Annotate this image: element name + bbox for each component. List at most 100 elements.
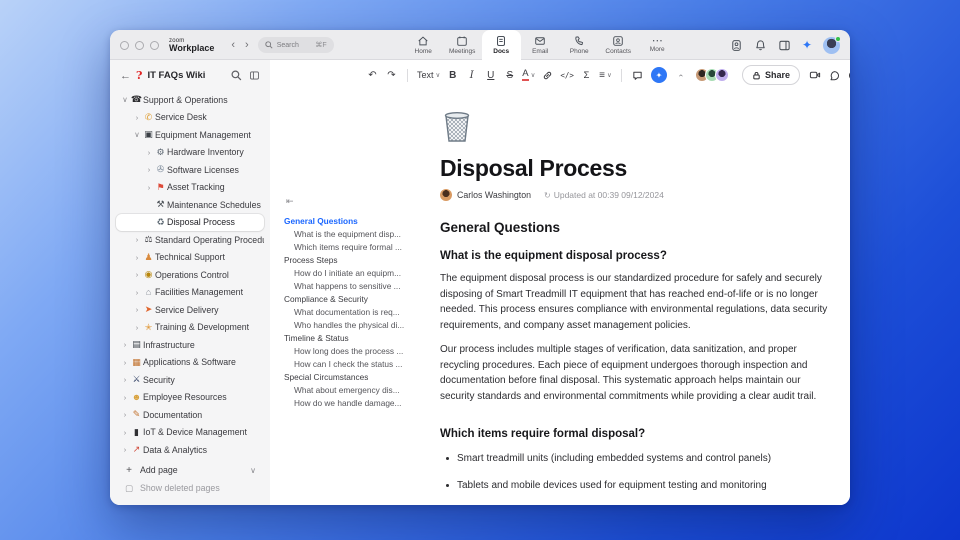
- sidebar-item-operations-control[interactable]: › ◉ Operations Control: [116, 266, 264, 284]
- toc-item[interactable]: How long does the process ...: [284, 344, 428, 357]
- toc-item[interactable]: How do we handle damage...: [284, 396, 428, 409]
- paragraph[interactable]: Our process includes multiple stages of …: [440, 342, 832, 404]
- comment-button[interactable]: [629, 66, 646, 84]
- page-title[interactable]: Disposal Process: [440, 155, 832, 182]
- list-dropdown[interactable]: ≡ ∨: [597, 66, 614, 84]
- chevron-right-icon[interactable]: ›: [144, 148, 154, 157]
- bullet-item[interactable]: Tablets and mobile devices used for equi…: [440, 479, 832, 493]
- sidebar-item-service-delivery[interactable]: › ➤ Service Delivery: [116, 301, 264, 319]
- chevron-right-icon[interactable]: ›: [144, 183, 154, 192]
- tab-home[interactable]: Home: [404, 30, 443, 60]
- chevron-right-icon[interactable]: ›: [120, 375, 130, 384]
- formula-button[interactable]: Σ: [578, 66, 595, 84]
- forward-button[interactable]: ›: [240, 39, 254, 51]
- chevron-down-icon[interactable]: ∨: [132, 130, 142, 139]
- sidebar-item-facilities-management[interactable]: › ⌂ Facilities Management: [116, 284, 264, 302]
- chevron-right-icon[interactable]: ›: [132, 323, 142, 332]
- zoom-window-button[interactable]: [150, 40, 159, 50]
- tab-meetings[interactable]: Meetings: [443, 30, 482, 60]
- chevron-right-icon[interactable]: ›: [132, 288, 142, 297]
- ai-companion-button[interactable]: ✦: [650, 67, 667, 83]
- sidebar-item-security[interactable]: › ⚔ Security: [116, 371, 264, 389]
- tab-phone[interactable]: Phone: [560, 30, 599, 60]
- side-panel-icon[interactable]: [778, 39, 791, 52]
- chevron-right-icon[interactable]: ›: [120, 393, 130, 402]
- chevron-right-icon[interactable]: ›: [120, 428, 130, 437]
- toc-item[interactable]: How do I initiate an equipm...: [284, 266, 428, 279]
- back-button[interactable]: ‹: [226, 39, 240, 51]
- sidebar-item-disposal-process[interactable]: ♻ Disposal Process: [116, 213, 264, 231]
- toc-item[interactable]: General Questions: [284, 214, 428, 227]
- sidebar-item-documentation[interactable]: › ✎ Documentation: [116, 406, 264, 424]
- chevron-down-icon[interactable]: ∨: [120, 95, 130, 104]
- chevron-right-icon[interactable]: ›: [132, 235, 142, 244]
- chevron-right-icon[interactable]: ›: [132, 253, 142, 262]
- question-heading[interactable]: Which items require formal disposal?: [440, 428, 832, 440]
- toc-item[interactable]: What about emergency dis...: [284, 383, 428, 396]
- sidebar-item-training-development[interactable]: › ✭ Training & Development: [116, 319, 264, 337]
- user-avatar[interactable]: [823, 35, 841, 54]
- tab-docs[interactable]: Docs: [481, 30, 521, 60]
- language-button[interactable]: [845, 66, 850, 84]
- chat-button[interactable]: [826, 66, 843, 84]
- collapse-toolbar-button[interactable]: ›: [672, 66, 689, 84]
- sidebar-item-applications-software[interactable]: › ▦ Applications & Software: [116, 354, 264, 372]
- sidebar-search-icon[interactable]: [231, 70, 242, 81]
- paragraph[interactable]: The equipment disposal process is our st…: [440, 271, 832, 333]
- collaborator-avatar[interactable]: [714, 68, 729, 82]
- sidebar-item-asset-tracking[interactable]: › ⚑ Asset Tracking: [116, 179, 264, 197]
- ai-companion-icon[interactable]: ✦: [802, 38, 812, 52]
- sidebar-item-iot-device-management[interactable]: › ▮ IoT & Device Management: [116, 424, 264, 442]
- sidebar-item-standard-operating-procedures[interactable]: ›⚖Standard Operating Procedures: [116, 231, 264, 249]
- toc-item[interactable]: What happens to sensitive ...: [284, 279, 428, 292]
- italic-button[interactable]: I: [463, 66, 480, 84]
- toc-item[interactable]: Process Steps: [284, 253, 428, 266]
- text-color-dropdown[interactable]: A ∨: [520, 66, 537, 84]
- sidebar-item-service-desk[interactable]: › ✆ Service Desk: [116, 109, 264, 127]
- global-search-input[interactable]: Search ⌘F: [257, 37, 334, 53]
- chevron-right-icon[interactable]: ›: [120, 445, 130, 454]
- toc-item[interactable]: Timeline & Status: [284, 331, 428, 344]
- toc-item[interactable]: How can I check the status ...: [284, 357, 428, 370]
- sidebar-item-technical-support[interactable]: › ♟ Technical Support: [116, 249, 264, 267]
- toc-item[interactable]: Compliance & Security: [284, 292, 428, 305]
- undo-button[interactable]: ↶: [364, 66, 381, 84]
- start-video-button[interactable]: [807, 66, 824, 84]
- tab-more[interactable]: ⋯ More: [638, 30, 677, 60]
- close-window-button[interactable]: [120, 40, 129, 50]
- chevron-right-icon[interactable]: ›: [132, 113, 142, 122]
- chevron-right-icon[interactable]: ›: [120, 340, 130, 349]
- sidebar-item-maintenance-schedules[interactable]: ⚒ Maintenance Schedules: [116, 196, 264, 214]
- add-page-button[interactable]: + Add page ∨: [116, 461, 264, 479]
- doc-canvas[interactable]: ⇤ General Questions What is the equipmen…: [270, 90, 850, 505]
- redo-button[interactable]: ↷: [383, 66, 400, 84]
- show-deleted-pages-button[interactable]: ▢ Show deleted pages: [116, 479, 264, 497]
- chevron-right-icon[interactable]: ›: [132, 305, 142, 314]
- collapse-sidebar-icon[interactable]: [249, 70, 260, 81]
- toc-item[interactable]: Special Circumstances: [284, 370, 428, 383]
- notifications-bell-icon[interactable]: [754, 39, 767, 52]
- share-button[interactable]: Share: [741, 65, 800, 85]
- minimize-window-button[interactable]: [135, 40, 144, 50]
- sidebar-item-infrastructure[interactable]: › ▤ Infrastructure: [116, 336, 264, 354]
- insert-link-button[interactable]: [539, 66, 556, 84]
- profile-card-icon[interactable]: [730, 39, 743, 52]
- question-heading[interactable]: What is the equipment disposal process?: [440, 250, 832, 262]
- strikethrough-button[interactable]: S: [501, 66, 518, 84]
- sidebar-item-hardware-inventory[interactable]: › ⚙ Hardware Inventory: [116, 144, 264, 162]
- toc-item[interactable]: What documentation is req...: [284, 305, 428, 318]
- tab-email[interactable]: Email: [521, 30, 560, 60]
- toc-item[interactable]: What is the equipment disp...: [284, 227, 428, 240]
- text-style-dropdown[interactable]: Text ∨: [415, 66, 442, 84]
- chevron-right-icon[interactable]: ›: [132, 270, 142, 279]
- sidebar-item-support-operations[interactable]: ∨ ☎ Support & Operations: [116, 91, 264, 109]
- chevron-right-icon[interactable]: ›: [120, 410, 130, 419]
- sidebar-item-data-analytics[interactable]: › ↗ Data & Analytics: [116, 441, 264, 459]
- underline-button[interactable]: U: [482, 66, 499, 84]
- sidebar-item-equipment-management[interactable]: ∨ ▣ Equipment Management: [116, 126, 264, 144]
- code-button[interactable]: </>: [558, 66, 576, 84]
- collapse-outline-icon[interactable]: ⇤: [286, 196, 428, 207]
- bullet-item[interactable]: Smart treadmill units (including embedde…: [440, 452, 832, 466]
- chevron-down-icon[interactable]: ∨: [250, 466, 256, 475]
- chevron-right-icon[interactable]: ›: [120, 358, 130, 367]
